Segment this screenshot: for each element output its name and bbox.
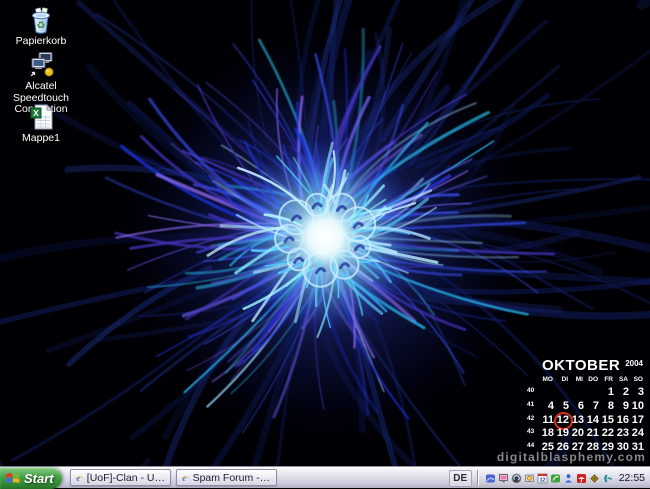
calendar-day: 17 [631,414,646,427]
taskbar-window-uof-clan[interactable]: e [UoF]-Clan - Union of... [70,469,171,486]
auto-update-icon[interactable] [511,473,522,484]
calendar-week-number: 43 [527,427,541,441]
display-settings-icon[interactable] [498,473,509,484]
calendar-day-header: MO [541,376,556,386]
green-utility-icon[interactable] [550,473,561,484]
calendar-header: OKTOBER 2004 [527,357,646,374]
calendar-day: 12 [556,414,571,427]
calendar-day: 9 [616,400,631,413]
calendar-day: 3 [631,386,646,399]
calendar-day-header: MI [571,376,586,386]
calendar-day: 15 [601,414,616,427]
calendar-day: 19 [556,427,571,440]
calendar-day: 23 [616,427,631,440]
calendar-day-header: DO [586,376,601,386]
internet-explorer-icon: e [75,472,84,484]
recycle-bin-icon: ♻ [25,5,57,35]
calendar-day-header: SO [631,376,646,386]
calendar-day: 13 [571,414,586,427]
calendar-day: 5 [556,400,571,413]
cd-tool-icon[interactable] [589,473,600,484]
desktop-icon-label: Papierkorb [16,36,67,48]
calendar-week-number: 41 [527,400,541,414]
contact-online-icon[interactable] [563,473,574,484]
calendar-day: 18 [541,427,556,440]
calendar-day: 22 [601,427,616,440]
messenger-icon[interactable] [485,473,496,484]
calendar-year: 2004 [625,359,643,368]
antivir-guard-icon[interactable] [576,473,587,484]
calendar-day-header: SA [616,376,631,386]
calendar-week-number: 42 [527,414,541,428]
calendar-week-number: 40 [527,386,541,400]
taskbar-window-spam-forum[interactable]: e Spam Forum -- [UoF]-... [176,469,277,486]
calendar-day: 1 [601,386,616,399]
calendar-day: 8 [601,400,616,413]
wallpaper-calendar: OKTOBER 2004 MODIMIDOFRSASO4012341456789… [527,357,646,455]
calendar-day-header: FR [601,376,616,386]
desktop-icon-recycle-bin[interactable]: ♻ Papierkorb [2,5,80,48]
calendar-day: 10 [631,400,646,413]
calendar-month-title: OKTOBER [542,357,620,374]
tray-divider [477,470,479,486]
scheduler-icon[interactable] [524,473,535,484]
artist-watermark: digitalblasphemy.com [497,450,646,464]
start-button-label: Start [24,471,54,486]
calendar-date-icon[interactable]: 12 [537,473,548,484]
calendar-day: 2 [616,386,631,399]
taskbar-clock[interactable]: 22:55 [619,472,645,484]
excel-workbook-icon: X [25,102,57,132]
calendar-corner [527,376,541,386]
calendar-day [556,386,571,399]
calendar-day: 24 [631,427,646,440]
svg-text:12: 12 [539,477,545,483]
calendar-day [586,386,601,399]
svg-text:X: X [33,108,39,118]
taskbar-window-label: [UoF]-Clan - Union of... [87,472,166,484]
taskbar: Start e [UoF]-Clan - Union of... e Spam … [0,466,650,488]
calendar-day: 20 [571,427,586,440]
calendar-day: 21 [586,427,601,440]
desktop-icon-label: Mappe1 [22,133,60,145]
system-tray: DE 12 [447,467,650,489]
calendar-day: 16 [616,414,631,427]
calendar-day-header: DI [556,376,571,386]
svg-text:♻: ♻ [37,21,46,32]
start-button[interactable]: Start [0,467,62,489]
calendar-day: 6 [571,400,586,413]
taskbar-window-label: Spam Forum -- [UoF]-... [193,472,272,484]
language-indicator[interactable]: DE [449,470,472,487]
calendar-day [571,386,586,399]
calendar-grid: MODIMIDOFRSASO40123414567891042111213141… [527,376,646,455]
svg-text:e: e [76,473,80,482]
calendar-day [541,386,556,399]
speedtouch-modem-icon[interactable] [602,473,613,484]
dialup-connection-icon [25,50,57,80]
calendar-day: 7 [586,400,601,413]
calendar-day: 14 [586,414,601,427]
svg-text:e: e [182,473,186,482]
windows-flag-icon [5,471,21,485]
internet-explorer-icon: e [181,472,190,484]
desktop-icon-mappe1[interactable]: X Mappe1 [2,102,80,145]
calendar-day: 4 [541,400,556,413]
